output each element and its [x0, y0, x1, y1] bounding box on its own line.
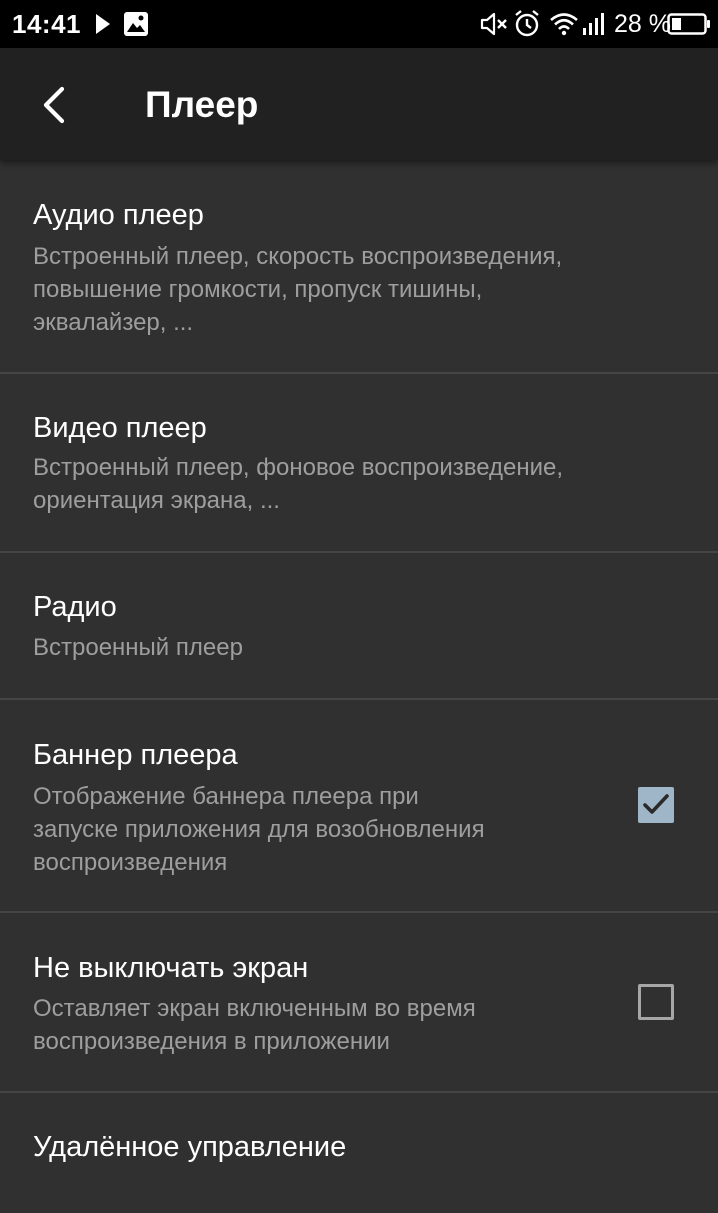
battery-icon	[667, 13, 710, 35]
player-banner-checkbox[interactable]	[638, 787, 674, 823]
setting-title: Аудио плеер	[33, 199, 204, 231]
battery-percent: 28 %	[614, 10, 671, 38]
back-button[interactable]	[24, 72, 84, 136]
setting-summary: Встроенный плеер, скорость воспроизведен…	[33, 243, 563, 336]
setting-title: Видео плеер	[33, 412, 207, 444]
status-time: 14:41	[12, 9, 81, 39]
wifi-icon	[550, 13, 578, 36]
setting-title: Удалённое управление	[33, 1131, 347, 1163]
setting-summary: Встроенный плеер, фоновое воспроизведени…	[33, 454, 564, 514]
setting-player-banner[interactable]: Баннер плеера Отображение баннера плеера…	[0, 700, 718, 913]
setting-audio-player[interactable]: Аудио плеер Встроенный плеер, скорость в…	[0, 160, 718, 374]
setting-summary: Встроенный плеер	[33, 634, 243, 661]
check-icon	[643, 794, 669, 814]
page-title: Плеер	[145, 84, 259, 125]
mute-icon	[480, 12, 507, 36]
setting-title: Радио	[33, 591, 117, 623]
play-icon	[96, 14, 110, 34]
setting-title: Баннер плеера	[33, 739, 238, 771]
setting-keep-screen-on[interactable]: Не выключать экран Оставляет экран включ…	[0, 913, 718, 1093]
setting-title: Не выключать экран	[33, 952, 309, 984]
setting-radio[interactable]: Радио Встроенный плеер	[0, 553, 718, 700]
keep-screen-on-checkbox[interactable]	[638, 984, 674, 1020]
back-arrow-icon	[43, 86, 65, 124]
image-icon	[124, 12, 148, 36]
setting-video-player[interactable]: Видео плеер Встроенный плеер, фоновое во…	[0, 374, 718, 553]
setting-remote-control[interactable]: Удалённое управление	[0, 1093, 718, 1213]
status-bar: 14:41 28 %	[0, 0, 718, 48]
alarm-icon	[515, 10, 539, 37]
setting-summary: Оставляет экран включенным во время восп…	[33, 995, 476, 1055]
app-bar: Плеер	[0, 48, 718, 160]
signal-icon	[583, 13, 604, 35]
setting-summary: Отображение баннера плеера при запуске п…	[33, 783, 485, 876]
